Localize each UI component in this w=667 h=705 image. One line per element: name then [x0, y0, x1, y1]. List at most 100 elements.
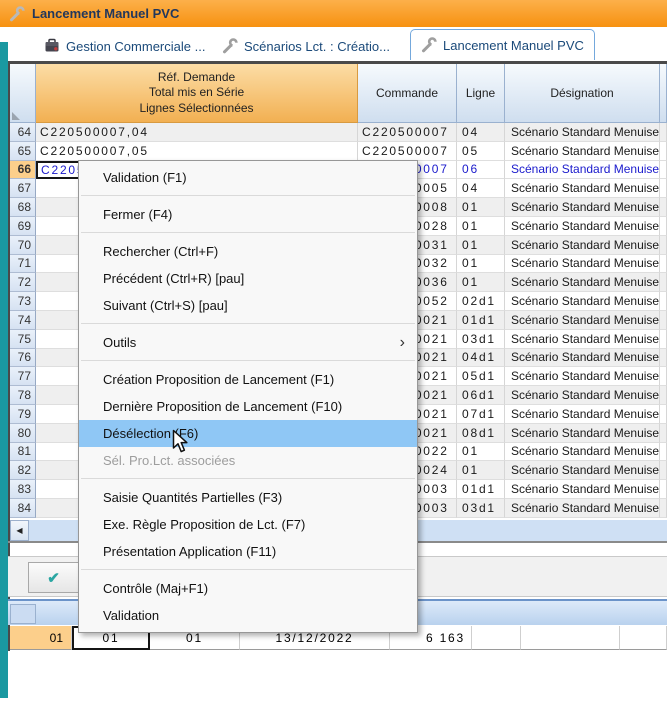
ligne-cell[interactable]: 01 [457, 461, 505, 480]
scroll-left-button[interactable]: ◀ [10, 520, 29, 541]
menu-item[interactable]: Création Proposition de Lancement (F1) [79, 366, 417, 393]
designation-cell[interactable]: Scénario Standard Menuise [505, 255, 660, 274]
row-number-cell[interactable]: 83 [10, 480, 36, 499]
ligne-cell[interactable]: 06 [457, 161, 505, 180]
ligne-cell[interactable]: 01 [457, 236, 505, 255]
designation-cell[interactable]: Scénario Standard Menuise [505, 217, 660, 236]
column-header-ligne[interactable]: Ligne [457, 64, 505, 123]
ref-demande-cell[interactable]: C220500007,04 [36, 123, 358, 142]
menu-item[interactable]: Exe. Règle Proposition de Lct. (F7) [79, 511, 417, 538]
ligne-cell[interactable]: 01d1 [457, 311, 505, 330]
tab-lancement-manuel-pvc-active[interactable]: Lancement Manuel PVC [410, 29, 595, 60]
commande-cell[interactable]: C220500007 [358, 123, 457, 142]
menu-item[interactable]: Outils › [79, 329, 417, 356]
grid-corner-header[interactable] [10, 64, 36, 123]
ligne-cell[interactable]: 01d1 [457, 480, 505, 499]
designation-cell[interactable]: Scénario Standard Menuise [505, 424, 660, 443]
commande-cell[interactable]: C220500007 [358, 142, 457, 161]
row-number-cell[interactable]: 78 [10, 386, 36, 405]
left-teal-splitter[interactable] [0, 42, 8, 698]
tab-gestion-commerciale[interactable]: Gestion Commerciale ... [34, 32, 215, 60]
row-number-cell[interactable]: 73 [10, 292, 36, 311]
menu-item[interactable]: Dernière Proposition de Lancement (F10) [79, 393, 417, 420]
column-header-commande[interactable]: Commande [358, 64, 457, 123]
designation-cell[interactable]: Scénario Standard Menuise [505, 292, 660, 311]
row-number-cell[interactable]: 67 [10, 179, 36, 198]
ligne-cell[interactable]: 05 [457, 142, 505, 161]
ligne-cell[interactable]: 06d1 [457, 386, 505, 405]
ligne-cell[interactable]: 01 [457, 198, 505, 217]
row-number-cell[interactable]: 77 [10, 367, 36, 386]
menu-item-label: Contrôle (Maj+F1) [103, 581, 405, 596]
ligne-cell[interactable]: 05d1 [457, 367, 505, 386]
detail-grid-corner-cell[interactable] [10, 604, 36, 624]
designation-cell[interactable]: Scénario Standard Menuise [505, 367, 660, 386]
row-number-cell[interactable]: 68 [10, 198, 36, 217]
designation-cell[interactable]: Scénario Standard Menuise [505, 499, 660, 518]
designation-cell[interactable]: Scénario Standard Menuise [505, 311, 660, 330]
designation-cell[interactable]: Scénario Standard Menuise [505, 386, 660, 405]
designation-cell[interactable]: Scénario Standard Menuise [505, 123, 660, 142]
menu-item[interactable]: Validation [79, 602, 417, 629]
designation-cell[interactable]: Scénario Standard Menuise [505, 179, 660, 198]
ligne-cell[interactable]: 03d1 [457, 330, 505, 349]
table-row[interactable]: 64 C220500007,04 C220500007 04 Scénario … [10, 123, 667, 142]
designation-cell[interactable]: Scénario Standard Menuise [505, 236, 660, 255]
menu-item[interactable]: Désélection (F6) [79, 420, 417, 447]
column-header-ref-demande[interactable]: Réf. Demande Total mis en Série Lignes S… [36, 64, 358, 123]
row-number-cell[interactable]: 81 [10, 443, 36, 462]
detail-empty-cell[interactable] [472, 626, 521, 650]
designation-cell[interactable]: Scénario Standard Menuise [505, 461, 660, 480]
menu-item[interactable]: Présentation Application (F11) [79, 538, 417, 565]
ligne-cell[interactable]: 04d1 [457, 349, 505, 368]
tab-scenarios-lct[interactable]: Scénarios Lct. : Créatio... [212, 32, 400, 60]
designation-cell[interactable]: Scénario Standard Menuise [505, 480, 660, 499]
row-number-cell[interactable]: 70 [10, 236, 36, 255]
designation-cell[interactable]: Scénario Standard Menuise [505, 142, 660, 161]
row-number-cell[interactable]: 74 [10, 311, 36, 330]
ligne-cell[interactable]: 01 [457, 217, 505, 236]
ligne-cell[interactable]: 03d1 [457, 499, 505, 518]
validate-button[interactable]: ✔ [28, 562, 79, 593]
row-number-cell[interactable]: 69 [10, 217, 36, 236]
ligne-cell[interactable]: 04 [457, 123, 505, 142]
detail-empty-cell[interactable] [521, 626, 620, 650]
ligne-cell[interactable]: 01 [457, 255, 505, 274]
detail-empty-cell[interactable] [620, 626, 667, 650]
menu-item[interactable]: Précédent (Ctrl+R) [pau] [79, 265, 417, 292]
row-number-cell[interactable]: 76 [10, 349, 36, 368]
designation-cell[interactable]: Scénario Standard Menuise [505, 405, 660, 424]
ligne-cell[interactable]: 04 [457, 179, 505, 198]
row-number-cell[interactable]: 72 [10, 273, 36, 292]
designation-cell[interactable]: Scénario Standard Menuise [505, 198, 660, 217]
ligne-cell[interactable]: 02d1 [457, 292, 505, 311]
menu-item[interactable]: Validation (F1) [79, 164, 417, 191]
row-number-cell[interactable]: 80 [10, 424, 36, 443]
designation-cell[interactable]: Scénario Standard Menuise [505, 443, 660, 462]
detail-row-header-cell[interactable]: 01 [10, 626, 72, 650]
ligne-cell[interactable]: 07d1 [457, 405, 505, 424]
ligne-cell[interactable]: 01 [457, 443, 505, 462]
column-header-designation[interactable]: Désignation [505, 64, 660, 123]
row-number-cell[interactable]: 66 [10, 161, 36, 180]
designation-cell[interactable]: Scénario Standard Menuise [505, 349, 660, 368]
row-number-cell[interactable]: 84 [10, 499, 36, 518]
menu-item[interactable]: Fermer (F4) [79, 201, 417, 228]
ligne-cell[interactable]: 01 [457, 273, 505, 292]
row-number-cell[interactable]: 71 [10, 255, 36, 274]
menu-item[interactable]: Rechercher (Ctrl+F) [79, 238, 417, 265]
designation-cell[interactable]: Scénario Standard Menuise [505, 273, 660, 292]
ref-demande-cell[interactable]: C220500007,05 [36, 142, 358, 161]
designation-cell[interactable]: Scénario Standard Menuise [505, 330, 660, 349]
menu-item[interactable]: Contrôle (Maj+F1) [79, 575, 417, 602]
designation-cell[interactable]: Scénario Standard Menuise [505, 161, 660, 180]
menu-item[interactable]: Suivant (Ctrl+S) [pau] [79, 292, 417, 319]
ligne-cell[interactable]: 08d1 [457, 424, 505, 443]
row-number-cell[interactable]: 65 [10, 142, 36, 161]
row-number-cell[interactable]: 82 [10, 461, 36, 480]
row-number-cell[interactable]: 79 [10, 405, 36, 424]
table-row[interactable]: 65 C220500007,05 C220500007 05 Scénario … [10, 142, 667, 161]
row-number-cell[interactable]: 64 [10, 123, 36, 142]
row-number-cell[interactable]: 75 [10, 330, 36, 349]
menu-item[interactable]: Saisie Quantités Partielles (F3) [79, 484, 417, 511]
